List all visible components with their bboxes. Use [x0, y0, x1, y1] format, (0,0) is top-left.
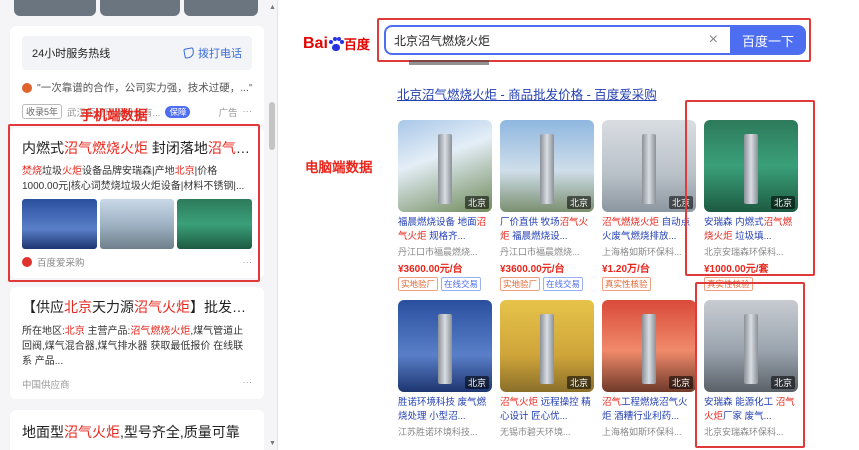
mobile-panel: 24小时服务热线 拨打电话 "一次靠谱的合作，公司实力强，技术过硬，..." 收…	[0, 0, 278, 450]
product-tags: 真实性核验	[602, 277, 696, 291]
pc-highlight-box-bottom	[695, 282, 805, 448]
supply-description: 所在地区:北京 主营产品:沼气燃烧火炬,煤气管道止回阀,煤气混合器,煤气排水器 …	[22, 326, 244, 367]
review-icon	[22, 82, 32, 93]
product-tags: 实地验厂 在线交易	[500, 277, 594, 291]
guarantee-badge: 保障	[165, 105, 191, 118]
supply-source-row: 中国供应商 ···	[22, 377, 252, 391]
product-price: ¥3600.00元/台	[398, 264, 463, 275]
product-name[interactable]: 沼气燃烧火炬 自动点火废气燃烧排放...	[602, 216, 696, 244]
more-icon[interactable]: ···	[243, 377, 253, 391]
ground-title[interactable]: 地面型沼气火炬,型号齐全,质量可靠	[22, 422, 252, 442]
product-name[interactable]: 厂价直供 牧场沼气火炬 福晨燃烧设...	[500, 216, 594, 244]
product-seller[interactable]: 丹江口市福晨燃烧...	[500, 245, 594, 258]
product-seller[interactable]: 上海格如斯环保科...	[602, 245, 696, 258]
product-tag: 在线交易	[441, 277, 482, 291]
ad-label: 广告	[218, 107, 238, 119]
review-quote: "一次靠谱的合作，公司实力强，技术过硬，..."	[22, 80, 252, 95]
product-card[interactable]: 北京沼气燃烧火炬 自动点火废气燃烧排放... 上海格如斯环保科... ¥1.20万/…	[602, 120, 696, 291]
product-name[interactable]: 沼气火炬 远程操控 精心设计 匠心优...	[500, 396, 594, 424]
location-tag: 北京	[464, 376, 489, 389]
product-price: ¥1.20万/台	[602, 264, 650, 275]
product-seller[interactable]: 无锡市碧天环境...	[500, 425, 594, 438]
mobile-highlight-box	[8, 124, 260, 282]
pc-data-label: 电脑端数据	[305, 160, 373, 175]
product-tag: 真实性核验	[602, 277, 651, 291]
call-label: 拨打电话	[198, 48, 242, 60]
baidu-logo[interactable]: Bai 百度	[303, 34, 370, 53]
product-card[interactable]: 北京厂价直供 牧场沼气火炬 福晨燃烧设... 丹江口市福晨燃烧... ¥3600.0…	[500, 120, 594, 291]
product-name[interactable]: 沼气工程燃烧沼气火炬 酒糟行业利药...	[602, 396, 696, 424]
call-button[interactable]: 拨打电话	[183, 45, 242, 61]
scroll-thumb[interactable]	[269, 102, 275, 150]
product-tag: 实地验厂	[500, 277, 541, 291]
paw-icon	[328, 36, 344, 51]
search-highlight-box	[377, 18, 811, 62]
product-image[interactable]: 北京	[500, 120, 594, 212]
supply-source: 中国供应商	[22, 380, 70, 391]
more-icon[interactable]: ···	[243, 106, 253, 117]
scroll-up-icon[interactable]: ▲	[269, 4, 276, 11]
tower-graphic	[642, 134, 656, 204]
review-text: "一次靠谱的合作，公司实力强，技术过硬，..."	[37, 82, 252, 94]
result-title-link[interactable]: 北京沼气燃烧火炬 - 商品批发价格 - 百度爱采购	[397, 84, 657, 103]
product-image[interactable]: 北京	[602, 300, 696, 392]
tower-graphic	[438, 314, 452, 384]
product-image[interactable]: 北京	[398, 120, 492, 212]
product-tags: 实地验厂 在线交易	[398, 277, 492, 291]
top-image-strip	[14, 0, 258, 20]
product-card[interactable]: 北京沼气火炬 远程操控 精心设计 匠心优... 无锡市碧天环境...	[500, 300, 594, 440]
phone-icon	[183, 47, 195, 59]
tower-graphic	[540, 314, 554, 384]
product-image[interactable]: 北京	[500, 300, 594, 392]
product-seller[interactable]: 丹江口市福晨燃烧...	[398, 245, 492, 258]
product-name[interactable]: 福晨燃烧设备 地面沼气火炬 规格齐...	[398, 216, 492, 244]
product-seller[interactable]: 上海格如斯环保科...	[602, 425, 696, 438]
location-tag: 北京	[566, 376, 591, 389]
product-image[interactable]: 北京	[602, 120, 696, 212]
pc-highlight-box-top	[685, 100, 815, 276]
supply-title[interactable]: 【供应北京天力源沼气火炬】批发_厂...	[22, 297, 252, 317]
product-card[interactable]: 北京福晨燃烧设备 地面沼气火炬 规格齐... 丹江口市福晨燃烧... ¥3600.0…	[398, 120, 492, 291]
scrollbar[interactable]: ▲ ▼	[268, 2, 276, 448]
location-tag: 北京	[566, 196, 591, 209]
product-name[interactable]: 胜诺环境科技 废气燃烧处理 小型沼...	[398, 396, 492, 424]
tower-graphic	[438, 134, 452, 204]
tower-graphic	[540, 134, 554, 204]
product-tag: 在线交易	[543, 277, 584, 291]
scroll-down-icon[interactable]: ▼	[269, 440, 276, 447]
mobile-data-label: 手机端数据	[80, 108, 148, 123]
product-image[interactable]: 北京	[398, 300, 492, 392]
product-card[interactable]: 北京沼气工程燃烧沼气火炬 酒糟行业利药... 上海格如斯环保科...	[602, 300, 696, 440]
years-badge: 收录5年	[22, 104, 63, 119]
tower-graphic	[642, 314, 656, 384]
hotline-label: 24小时服务热线	[32, 48, 111, 60]
product-seller[interactable]: 江苏胜诺环境科技...	[398, 425, 492, 438]
product-price: ¥3600.00元/台	[500, 264, 565, 275]
image-strip	[409, 60, 489, 65]
product-tag: 实地验厂	[398, 277, 439, 291]
supply-result-card[interactable]: 【供应北京天力源沼气火炬】批发_厂... 所在地区:北京 主营产品:沼气燃烧火炬…	[10, 287, 264, 399]
pc-panel: Bai 百度 北京沼气燃烧火炬 × 百度一下 北京沼气燃烧火炬 - 商品批发价格…	[289, 0, 859, 450]
ground-result-card[interactable]: 地面型沼气火炬,型号齐全,质量可靠	[10, 410, 264, 450]
product-card[interactable]: 北京胜诺环境科技 废气燃烧处理 小型沼... 江苏胜诺环境科技...	[398, 300, 492, 440]
location-tag: 北京	[668, 376, 693, 389]
location-tag: 北京	[464, 196, 489, 209]
hotline-row[interactable]: 24小时服务热线 拨打电话	[22, 36, 252, 70]
